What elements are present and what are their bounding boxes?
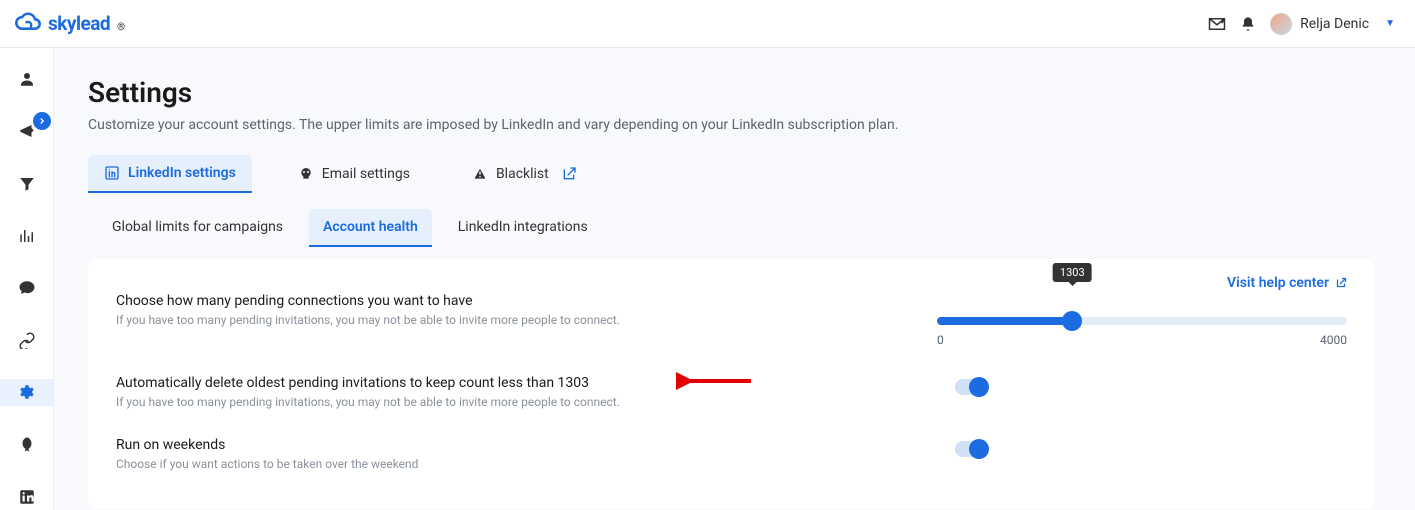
slider-fill bbox=[937, 317, 1072, 325]
setting-sub: Choose if you want actions to be taken o… bbox=[116, 457, 418, 471]
auto-delete-toggle[interactable] bbox=[955, 379, 987, 395]
setting-title: Automatically delete oldest pending invi… bbox=[116, 375, 620, 391]
nav-links[interactable] bbox=[0, 327, 54, 353]
sidebar bbox=[0, 48, 54, 510]
setting-title: Run on weekends bbox=[116, 437, 418, 453]
brand-logo[interactable]: skylead ® bbox=[14, 10, 125, 38]
setting-sub: If you have too many pending invitations… bbox=[116, 395, 620, 409]
toggle-knob bbox=[969, 377, 989, 397]
brand-name: skylead bbox=[48, 12, 110, 35]
setting-pending-connections: Choose how many pending connections you … bbox=[116, 279, 1347, 361]
caret-down-icon: ▼ bbox=[1385, 18, 1395, 29]
top-bar: skylead ® Relja Denic ▼ bbox=[0, 0, 1415, 48]
skylead-cloud-icon bbox=[14, 10, 42, 38]
tab-label: LinkedIn settings bbox=[128, 165, 236, 181]
main-content: Settings Customize your account settings… bbox=[54, 48, 1415, 510]
slider-thumb[interactable] bbox=[1062, 311, 1082, 331]
nav-profile[interactable] bbox=[0, 66, 54, 92]
external-link-icon bbox=[561, 166, 577, 182]
annotation-arrow bbox=[676, 366, 756, 400]
setting-run-weekends: Run on weekends Choose if you want actio… bbox=[116, 423, 1347, 485]
slider-min: 0 bbox=[937, 333, 944, 347]
tab-label: Blacklist bbox=[496, 166, 549, 182]
bell-icon[interactable] bbox=[1240, 16, 1256, 32]
setting-sub: If you have too many pending invitations… bbox=[116, 313, 620, 327]
user-area: Relja Denic ▼ bbox=[1208, 13, 1395, 35]
setting-auto-delete: Automatically delete oldest pending invi… bbox=[116, 361, 1347, 423]
brand-dot: ® bbox=[117, 22, 125, 33]
setting-title: Choose how many pending connections you … bbox=[116, 293, 620, 309]
secondary-tabs: Global limits for campaigns Account heal… bbox=[88, 209, 1375, 247]
tab-label: Email settings bbox=[322, 166, 410, 182]
nav-badge-icon bbox=[33, 112, 51, 130]
user-menu[interactable]: Relja Denic ▼ bbox=[1270, 13, 1395, 35]
avatar bbox=[1270, 13, 1292, 35]
slider-max: 4000 bbox=[1320, 333, 1347, 347]
page-title: Settings bbox=[88, 76, 1375, 109]
settings-panel: Visit help center Choose how many pendin… bbox=[88, 259, 1375, 509]
nav-chat[interactable] bbox=[0, 275, 54, 301]
page-subtitle: Customize your account settings. The upp… bbox=[88, 117, 1375, 133]
nav-analytics[interactable] bbox=[0, 223, 54, 249]
tab-account-health[interactable]: Account health bbox=[309, 209, 432, 247]
nav-filter[interactable] bbox=[0, 170, 54, 196]
warning-icon bbox=[472, 166, 488, 182]
pending-slider[interactable]: 1303 0 4000 bbox=[937, 293, 1347, 347]
nav-settings[interactable] bbox=[0, 379, 54, 405]
tab-global-limits[interactable]: Global limits for campaigns bbox=[98, 209, 297, 247]
tab-email-settings[interactable]: Email settings bbox=[282, 156, 426, 192]
slider-tooltip: 1303 bbox=[1053, 263, 1092, 282]
weekends-toggle[interactable] bbox=[955, 441, 987, 457]
skull-icon bbox=[298, 166, 314, 182]
toggle-knob bbox=[969, 439, 989, 459]
linkedin-box-icon bbox=[104, 165, 120, 181]
slider-track bbox=[937, 317, 1347, 325]
tab-blacklist[interactable]: Blacklist bbox=[456, 156, 593, 192]
nav-linkedin[interactable] bbox=[0, 484, 54, 510]
nav-boost[interactable] bbox=[0, 432, 54, 458]
nav-campaigns[interactable] bbox=[0, 118, 54, 144]
user-name: Relja Denic bbox=[1300, 16, 1369, 32]
tab-linkedin-settings[interactable]: LinkedIn settings bbox=[88, 155, 252, 193]
mail-icon[interactable] bbox=[1208, 15, 1226, 33]
tab-linkedin-integrations[interactable]: LinkedIn integrations bbox=[444, 209, 602, 247]
primary-tabs: LinkedIn settings Email settings Blackli… bbox=[88, 155, 1375, 193]
